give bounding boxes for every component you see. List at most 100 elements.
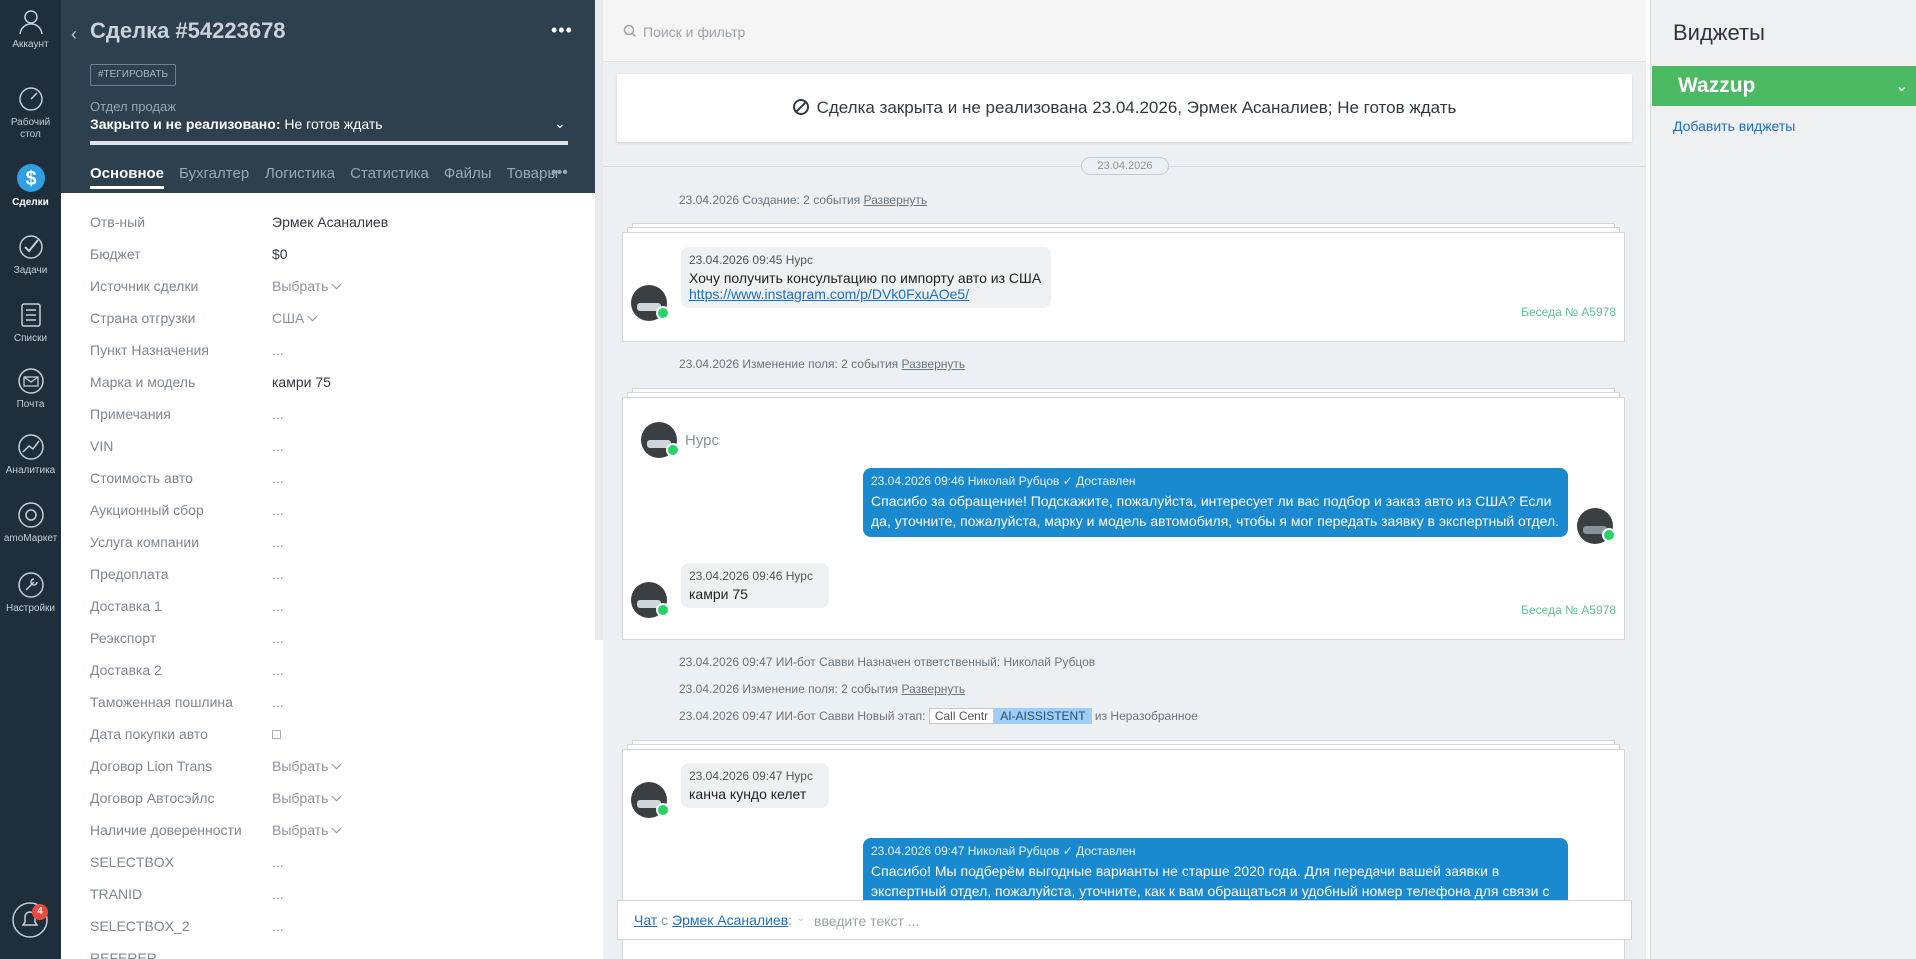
status-select[interactable]: Закрыто и не реализовано: Не готов ждать bbox=[90, 116, 383, 132]
field-value-text: ... bbox=[272, 342, 284, 358]
tag-button[interactable]: #ТЕГИРОВАТЬ bbox=[90, 64, 177, 86]
field-label: VIN bbox=[90, 438, 114, 454]
nav-desktop[interactable]: Рабочий стол bbox=[0, 84, 61, 141]
widgets-panel: Виджеты Wazzup ⌄ Добавить виджеты bbox=[1650, 0, 1916, 959]
field-label: Источник сделки bbox=[90, 278, 199, 294]
field-value[interactable]: ... bbox=[272, 406, 284, 422]
nav-mail[interactable]: Почта bbox=[0, 366, 61, 410]
chevron-down-icon bbox=[331, 823, 342, 834]
field-value[interactable]: ... bbox=[272, 342, 284, 358]
lists-icon bbox=[20, 303, 41, 327]
system-event-field-change: 23.04.2026 Изменение поля: 2 события Раз… bbox=[679, 357, 965, 371]
field-label: REFERER bbox=[90, 950, 157, 959]
wazzup-widget[interactable]: Wazzup ⌄ bbox=[1652, 66, 1916, 106]
incoming-message: 23.04.2026 09:46 Нурс камри 75 bbox=[681, 563, 829, 608]
card-title: Сделка #54223678 bbox=[90, 18, 286, 43]
pipeline-name: Отдел продаж bbox=[90, 99, 176, 114]
field-value[interactable]: Эрмек Асаналиев bbox=[272, 214, 388, 230]
system-event-field-change: 23.04.2026 Изменение поля: 2 события Раз… bbox=[679, 682, 965, 696]
field-value[interactable] bbox=[272, 726, 281, 742]
message-text: Спасибо! Мы подберём выгодные варианты н… bbox=[871, 863, 1550, 899]
field-label: Доставка 2 bbox=[90, 662, 162, 678]
field-value[interactable]: ... bbox=[272, 918, 284, 934]
field-value[interactable]: ... bbox=[272, 534, 284, 550]
card-field: REFERER bbox=[90, 948, 570, 959]
field-value-text: ... bbox=[272, 694, 284, 710]
chevron-down-icon bbox=[331, 759, 342, 770]
field-value[interactable]: ... bbox=[272, 502, 284, 518]
chat-contact-link[interactable]: Эрмек Асаналиев bbox=[672, 912, 788, 928]
card-header: ‹ Сделка #54223678 ••• #ТЕГИРОВАТЬ Отдел… bbox=[61, 0, 595, 193]
field-value[interactable]: США bbox=[272, 310, 318, 326]
left-nav: Аккаунт Рабочий стол $ Сделки Задачи Спи… bbox=[0, 0, 61, 959]
card-field: Пункт Назначения... bbox=[90, 340, 570, 372]
card-scrollbar[interactable] bbox=[595, 0, 603, 640]
contact-name[interactable]: Нурс bbox=[685, 432, 719, 449]
expand-link[interactable]: Развернуть bbox=[864, 193, 928, 207]
status-label: Закрыто и не реализовано: bbox=[90, 116, 281, 132]
expand-link[interactable]: Развернуть bbox=[902, 357, 966, 371]
card-field: SELECTBOX... bbox=[90, 852, 570, 884]
field-label: Дата покупки авто bbox=[90, 726, 208, 742]
card-field: Таможенная пошлина... bbox=[90, 692, 570, 724]
nav-lists[interactable]: Списки bbox=[0, 300, 61, 344]
chevron-down-icon[interactable]: ⌄ bbox=[1895, 76, 1908, 96]
event-text: 23.04.2026 Изменение поля: 2 события bbox=[679, 682, 902, 696]
field-value-text: Выбрать bbox=[272, 758, 329, 774]
add-widgets-link[interactable]: Добавить виджеты bbox=[1673, 118, 1795, 134]
chat-input[interactable] bbox=[814, 910, 1514, 932]
field-value-text: ... bbox=[272, 502, 284, 518]
field-value[interactable]: ... bbox=[272, 630, 284, 646]
field-value[interactable]: ... bbox=[272, 438, 284, 454]
field-value-text: камри 75 bbox=[272, 374, 331, 390]
nav-account[interactable]: Аккаунт bbox=[0, 6, 61, 50]
field-value[interactable]: Выбрать bbox=[272, 790, 342, 806]
chevron-down-icon[interactable]: ⌄ bbox=[796, 911, 805, 924]
field-value[interactable]: ... bbox=[272, 886, 284, 902]
field-value[interactable]: ... bbox=[272, 694, 284, 710]
field-value[interactable]: ... bbox=[272, 662, 284, 678]
message-meta: 23.04.2026 09:47 Нурс bbox=[689, 769, 813, 783]
field-value[interactable]: Выбрать bbox=[272, 758, 342, 774]
tab-files[interactable]: Файлы bbox=[444, 165, 492, 189]
nav-market[interactable]: amoМаркет bbox=[0, 500, 61, 544]
nav-settings[interactable]: Настройки bbox=[0, 570, 61, 614]
expand-link[interactable]: Развернуть bbox=[902, 682, 966, 696]
field-value[interactable]: Выбрать bbox=[272, 278, 342, 294]
tab-accounting[interactable]: Бухгалтерия bbox=[179, 165, 250, 189]
conversation-id[interactable]: Беседа № A5978 bbox=[1521, 603, 1616, 617]
search-input[interactable] bbox=[643, 20, 1343, 44]
card-field: VIN... bbox=[90, 436, 570, 468]
conversation-id[interactable]: Беседа № A5978 bbox=[1521, 305, 1616, 319]
field-value[interactable]: ... bbox=[272, 566, 284, 582]
field-label: Стоимость авто bbox=[90, 470, 193, 486]
back-chevron-icon[interactable]: ‹ bbox=[71, 24, 77, 45]
field-label: Отв-ный bbox=[90, 214, 146, 230]
field-value[interactable]: ... bbox=[272, 598, 284, 614]
chat-type-link[interactable]: Чат bbox=[634, 912, 657, 928]
nav-analytics[interactable]: Аналитика bbox=[0, 432, 61, 476]
more-options-icon[interactable]: ••• bbox=[551, 20, 573, 41]
field-value[interactable]: $0 bbox=[272, 246, 288, 262]
field-label: Аукционный сбор bbox=[90, 502, 204, 518]
field-value[interactable]: камри 75 bbox=[272, 374, 331, 390]
field-value[interactable]: ... bbox=[272, 470, 284, 486]
field-label: SELECTBOX_2 bbox=[90, 918, 190, 934]
speedometer-icon bbox=[18, 87, 43, 111]
message-link[interactable]: https://www.instagram.com/p/DVk0FxuAOe5/ bbox=[689, 286, 969, 302]
field-value[interactable]: Выбрать bbox=[272, 822, 342, 838]
tab-statistics[interactable]: Статистика bbox=[350, 165, 429, 189]
tab-logistics[interactable]: Логистика bbox=[265, 165, 335, 189]
nav-deals[interactable]: $ Сделки bbox=[0, 162, 61, 208]
nav-tasks[interactable]: Задачи bbox=[0, 232, 61, 276]
card-field: Отв-ный Эрмек Асаналиев bbox=[90, 212, 570, 244]
card-field: Доставка 1... bbox=[90, 596, 570, 628]
chevron-down-icon[interactable]: ⌄ bbox=[554, 115, 566, 132]
stage-to-chip: AI-AISSISTENT bbox=[994, 708, 1092, 724]
card-field: Доставка 2... bbox=[90, 660, 570, 692]
calendar-icon[interactable] bbox=[272, 730, 281, 739]
more-tabs-icon[interactable]: ••• bbox=[551, 164, 568, 182]
field-value[interactable]: ... bbox=[272, 854, 284, 870]
tab-main[interactable]: Основное bbox=[90, 165, 165, 189]
account-icon bbox=[18, 10, 43, 35]
